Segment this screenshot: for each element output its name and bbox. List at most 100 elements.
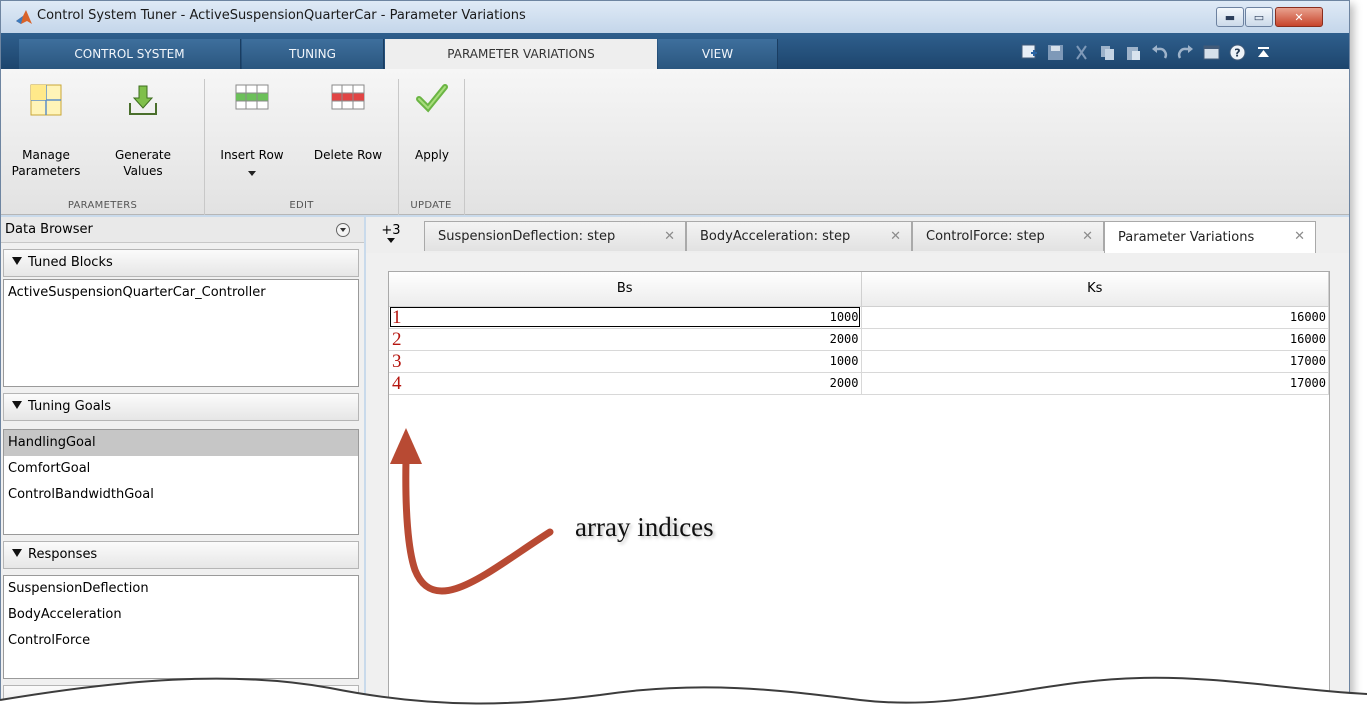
ribbon-toolstrip: Manage Parameters Generate Values PARAME…: [1, 69, 1349, 215]
cut-icon[interactable]: [1073, 44, 1090, 61]
table-cell-bs[interactable]: 2 2000: [389, 328, 862, 351]
redo-icon[interactable]: [1177, 44, 1194, 61]
apply-label: Apply: [415, 148, 449, 162]
collapse-ribbon-icon[interactable]: [1255, 44, 1272, 61]
close-tab-icon[interactable]: ✕: [664, 229, 675, 244]
expand-triangle-icon: [12, 549, 22, 557]
list-item[interactable]: BodyAcceleration: [4, 602, 358, 628]
list-item[interactable]: ControlForce: [4, 628, 358, 654]
manage-parameters-label: Manage Parameters: [11, 148, 81, 178]
apply-button[interactable]: Apply: [401, 69, 463, 194]
panel-menu-icon[interactable]: [335, 222, 351, 238]
delete-row-label: Delete Row: [313, 148, 383, 162]
tuning-goals-title: Tuning Goals: [28, 399, 112, 414]
tab-label: SuspensionDeflection: step: [438, 229, 616, 244]
data-browser-panel: Data Browser Tuned Blocks ActiveSuspensi…: [1, 217, 364, 718]
list-item[interactable]: SuspensionDeflection: [4, 576, 358, 602]
table-row: 4 2000 17000: [389, 372, 1329, 395]
row-index-label: 4: [392, 372, 402, 394]
group-separator: [464, 79, 465, 215]
cell-value: 2000: [829, 332, 859, 346]
svg-text:?: ?: [1234, 46, 1240, 59]
minimize-icon: ▬: [1224, 10, 1236, 24]
tab-tuning[interactable]: TUNING: [242, 39, 384, 69]
tuned-blocks-header[interactable]: Tuned Blocks: [3, 249, 359, 277]
list-item[interactable]: ComfortGoal: [4, 456, 358, 482]
save-icon[interactable]: [1047, 44, 1064, 61]
tab-label: CONTROL SYSTEM: [74, 47, 185, 61]
tab-label: TUNING: [289, 47, 336, 61]
tab-control-force[interactable]: ControlForce: step ✕: [912, 221, 1104, 251]
group-label-edit: EDIT: [289, 200, 314, 211]
row-index-label: 2: [392, 328, 402, 350]
tab-body-acceleration[interactable]: BodyAcceleration: step ✕: [686, 221, 912, 251]
list-item[interactable]: ActiveSuspensionQuarterCar_Controller: [4, 280, 358, 306]
column-header-ks[interactable]: Ks: [861, 272, 1329, 307]
table-cell-ks[interactable]: 17000: [861, 372, 1329, 395]
paste-icon[interactable]: [1125, 44, 1142, 61]
tab-overflow-button[interactable]: +3: [378, 223, 404, 247]
insert-row-button[interactable]: Insert Row: [207, 69, 297, 194]
app-window: Control System Tuner - ActiveSuspensionQ…: [0, 0, 1350, 719]
table-cell-ks[interactable]: 17000: [861, 350, 1329, 373]
expand-triangle-icon: [12, 257, 22, 265]
table-header-row: Bs Ks: [389, 272, 1329, 307]
list-item[interactable]: ControlBandwidthGoal: [4, 482, 358, 508]
title-bar: Control System Tuner - ActiveSuspensionQ…: [1, 1, 1349, 33]
maximize-button[interactable]: ▭: [1245, 7, 1273, 27]
delete-row-button[interactable]: Delete Row: [299, 69, 397, 194]
window-title: Control System Tuner - ActiveSuspensionQ…: [37, 8, 526, 23]
table-cell-bs[interactable]: 4 2000: [389, 372, 862, 395]
table-grid-icon: [30, 84, 62, 116]
tab-label: PARAMETER VARIATIONS: [447, 47, 595, 61]
copy-icon[interactable]: [1099, 44, 1116, 61]
add-icon[interactable]: [1021, 44, 1038, 61]
table-cell-bs[interactable]: 1 1000: [389, 306, 862, 329]
delete-row-icon: [331, 84, 365, 110]
torn-edge-decoration: [0, 676, 1367, 719]
table-cell-ks[interactable]: 16000: [861, 328, 1329, 351]
cell-value: 1000: [829, 310, 859, 324]
tuning-goals-list: HandlingGoal ComfortGoal ControlBandwidt…: [3, 429, 359, 535]
close-button[interactable]: ✕: [1275, 7, 1323, 27]
maximize-icon: ▭: [1253, 10, 1265, 24]
tab-suspension-deflection[interactable]: SuspensionDeflection: step ✕: [424, 221, 686, 251]
close-tab-icon[interactable]: ✕: [1294, 229, 1305, 244]
minimize-button[interactable]: ▬: [1216, 7, 1244, 27]
list-item[interactable]: HandlingGoal: [4, 430, 358, 456]
parameter-table: Bs Ks 1 1000 16000 2 2000 16000 3 1000 1…: [389, 272, 1329, 395]
tab-parameter-variations[interactable]: PARAMETER VARIATIONS: [385, 39, 657, 69]
document-tab-strip: +3 SuspensionDeflection: step ✕ BodyAcce…: [366, 217, 1349, 253]
insert-row-label: Insert Row: [220, 148, 284, 162]
table-cell-ks[interactable]: 16000: [861, 306, 1329, 329]
tab-view[interactable]: VIEW: [658, 39, 778, 69]
column-header-bs[interactable]: Bs: [389, 272, 862, 307]
tab-label: BodyAcceleration: step: [700, 229, 851, 244]
close-tab-icon[interactable]: ✕: [1082, 229, 1093, 244]
undo-icon[interactable]: [1151, 44, 1168, 61]
tab-control-system[interactable]: CONTROL SYSTEM: [19, 39, 241, 69]
table-row: 1 1000 16000: [389, 306, 1329, 329]
tuned-blocks-list: ActiveSuspensionQuarterCar_Controller: [3, 279, 359, 387]
generate-values-button[interactable]: Generate Values: [87, 69, 199, 194]
help-icon[interactable]: ?: [1229, 44, 1246, 61]
tab-parameter-variations-doc[interactable]: Parameter Variations ✕: [1104, 221, 1316, 253]
group-label-update: UPDATE: [410, 200, 452, 211]
tab-label: ControlForce: step: [926, 229, 1045, 244]
tuning-goals-header[interactable]: Tuning Goals: [3, 393, 359, 421]
download-arrow-icon: [129, 85, 157, 115]
ribbon-tab-strip: CONTROL SYSTEM TUNING PARAMETER VARIATIO…: [1, 33, 1349, 69]
generate-values-label: Generate Values: [114, 148, 172, 178]
data-browser-title: Data Browser: [5, 222, 93, 237]
data-browser-header: Data Browser: [1, 217, 364, 243]
window-layout-icon[interactable]: [1203, 44, 1220, 61]
group-separator: [204, 79, 205, 215]
manage-parameters-button[interactable]: Manage Parameters: [7, 69, 85, 194]
row-index-label: 3: [392, 350, 402, 372]
table-cell-bs[interactable]: 3 1000: [389, 350, 862, 373]
cell-value: 1000: [829, 354, 859, 368]
chevron-down-icon: [248, 171, 256, 176]
checkmark-icon: [416, 84, 448, 113]
close-tab-icon[interactable]: ✕: [890, 229, 901, 244]
responses-header[interactable]: Responses: [3, 541, 359, 569]
